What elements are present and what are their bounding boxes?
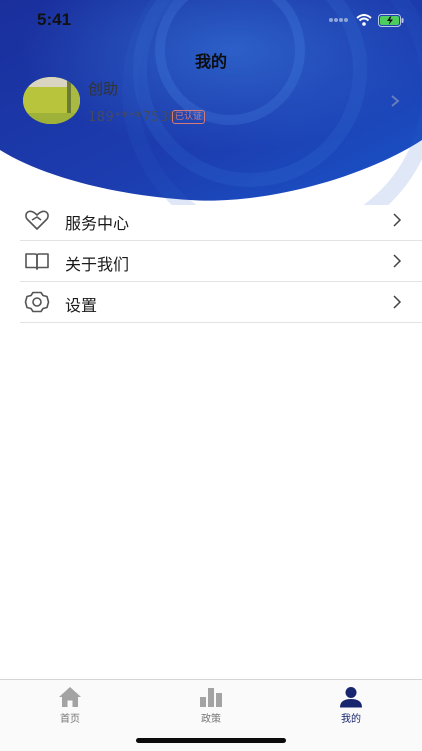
chevron-right-icon xyxy=(393,295,402,309)
menu-label: 服务中心 xyxy=(65,214,130,233)
tab-label: 首页 xyxy=(60,714,80,725)
menu-item-settings[interactable]: 设置 xyxy=(20,282,422,323)
avatar[interactable] xyxy=(23,77,80,124)
tab-label: 我的 xyxy=(341,714,361,725)
status-bar: 5:41 xyxy=(0,0,422,40)
person-icon xyxy=(340,687,362,708)
menu-item-about-us[interactable]: 关于我们 xyxy=(20,241,422,282)
status-time: 5:41 xyxy=(37,10,72,29)
chevron-right-icon xyxy=(393,254,402,268)
tab-label: 政策 xyxy=(201,714,221,725)
status-icons xyxy=(328,12,404,28)
heart-icon xyxy=(25,210,49,230)
battery-icon xyxy=(378,13,404,27)
tab-mine[interactable]: 我的 xyxy=(301,680,401,730)
menu-item-service-center[interactable]: 服务中心 xyxy=(20,200,422,241)
book-icon xyxy=(25,253,49,270)
signal-icon xyxy=(329,18,348,22)
avatar-image xyxy=(23,77,80,124)
tab-policy[interactable]: 政策 xyxy=(161,680,261,730)
menu-list: 服务中心 关于我们 设置 xyxy=(20,200,422,323)
tab-home[interactable]: 首页 xyxy=(20,680,120,730)
verified-badge: 已认证 xyxy=(172,110,206,124)
gear-icon xyxy=(24,291,50,313)
chevron-right-icon xyxy=(393,213,402,227)
wifi-icon xyxy=(356,14,372,26)
page-title: 我的 xyxy=(194,52,227,71)
menu-label: 设置 xyxy=(65,296,98,315)
home-icon xyxy=(59,687,81,707)
home-indicator xyxy=(136,738,286,743)
user-name: 创助 xyxy=(88,80,119,98)
bar-chart-icon xyxy=(200,688,222,707)
menu-label: 关于我们 xyxy=(65,255,130,274)
profile-chevron-right-icon[interactable] xyxy=(388,94,402,108)
user-phone: 189****7538 xyxy=(88,110,178,125)
